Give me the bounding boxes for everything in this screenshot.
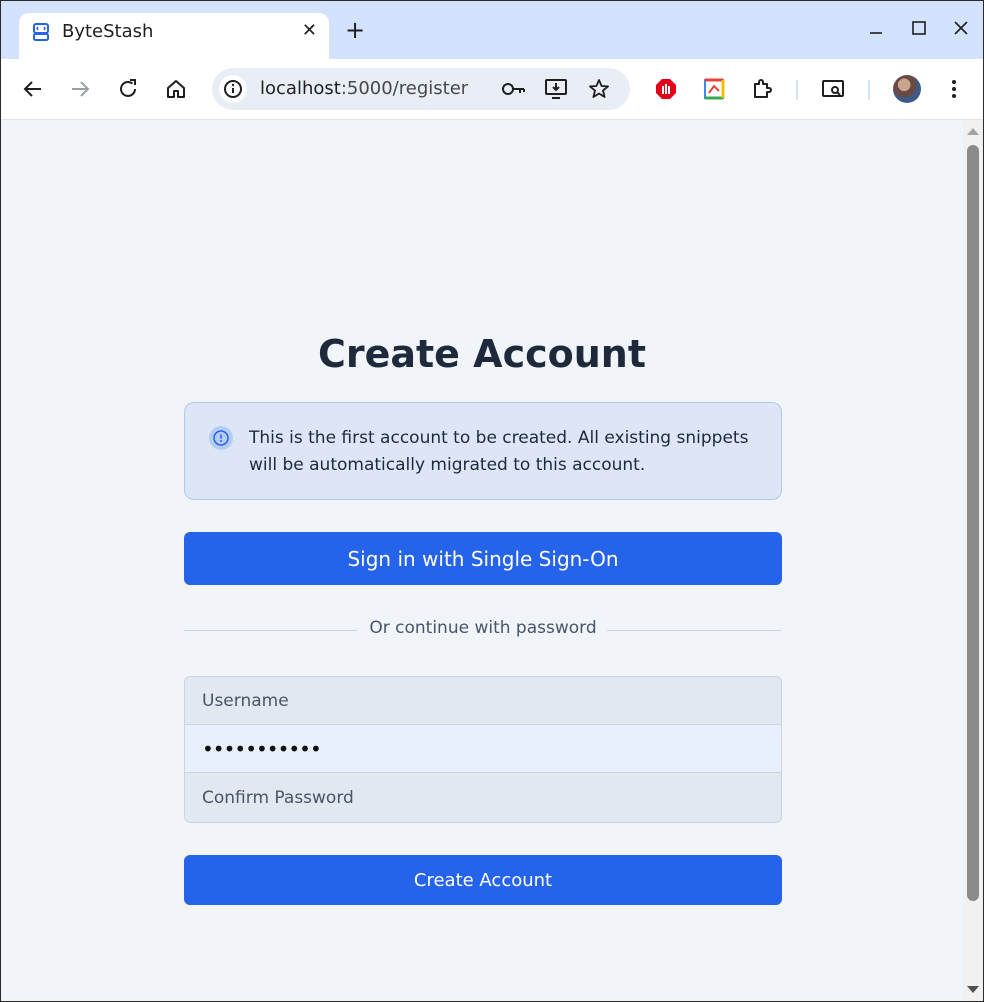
- tab-search-icon[interactable]: [821, 77, 845, 101]
- scrollbar[interactable]: [963, 120, 983, 1001]
- password-key-icon[interactable]: [501, 77, 527, 101]
- adblock-extension-icon[interactable]: [654, 77, 678, 101]
- tab-title: ByteStash: [62, 21, 154, 42]
- toolbar-separator: [868, 80, 870, 100]
- url-path: :5000/register: [340, 78, 469, 99]
- url-host: localhost: [260, 78, 341, 99]
- forward-arrow-icon[interactable]: [68, 77, 92, 101]
- home-icon[interactable]: [164, 77, 188, 101]
- toolbar-separator: [796, 80, 798, 100]
- password-input[interactable]: •••••••••••: [185, 725, 781, 773]
- create-account-button[interactable]: Create Account: [184, 855, 782, 905]
- more-menu-icon[interactable]: [942, 77, 966, 101]
- registration-form-fields: Username ••••••••••• Confirm Password: [184, 676, 782, 823]
- info-icon: [224, 80, 242, 98]
- scrollbar-thumb[interactable]: [967, 145, 979, 901]
- tab-strip: ByteStash ✕ +: [1, 1, 983, 59]
- username-input[interactable]: Username: [185, 677, 781, 725]
- first-account-notice: This is the first account to be created.…: [184, 402, 782, 500]
- minimize-icon[interactable]: [867, 19, 885, 37]
- scroll-up-arrow-icon[interactable]: [967, 128, 979, 135]
- back-arrow-icon[interactable]: [21, 77, 45, 101]
- maximize-icon[interactable]: [910, 19, 928, 37]
- address-bar[interactable]: localhost:5000/register: [212, 68, 630, 110]
- browser-window: ByteStash ✕ + localhost:5000/register Cr…: [0, 0, 984, 1002]
- bookmark-star-icon[interactable]: [587, 77, 611, 101]
- install-app-icon[interactable]: [544, 77, 568, 101]
- bytestash-logo-icon: [33, 23, 49, 41]
- page-title: Create Account: [317, 332, 647, 376]
- info-alert-icon: [209, 426, 233, 450]
- close-window-icon[interactable]: [952, 19, 970, 37]
- notice-text: This is the first account to be created.…: [249, 428, 749, 475]
- scroll-down-arrow-icon[interactable]: [967, 986, 979, 993]
- color-extension-icon[interactable]: [702, 77, 726, 101]
- page-content: Create Account This is the first account…: [1, 120, 963, 1001]
- divider-text: Or continue with password: [369, 618, 597, 638]
- divider-line-right: [607, 630, 781, 631]
- reload-icon[interactable]: [116, 77, 140, 101]
- site-info-button[interactable]: [219, 75, 247, 103]
- extensions-puzzle-icon[interactable]: [750, 77, 774, 101]
- sso-sign-in-button[interactable]: Sign in with Single Sign-On: [184, 532, 782, 585]
- confirm-password-input[interactable]: Confirm Password: [185, 774, 781, 822]
- new-tab-button[interactable]: +: [345, 17, 365, 43]
- profile-avatar[interactable]: [893, 75, 921, 103]
- tab-close-icon[interactable]: ✕: [302, 21, 317, 41]
- url-text: localhost:5000/register: [260, 78, 468, 99]
- browser-toolbar: localhost:5000/register: [1, 59, 983, 120]
- tab-bytestash[interactable]: ByteStash ✕: [19, 13, 329, 59]
